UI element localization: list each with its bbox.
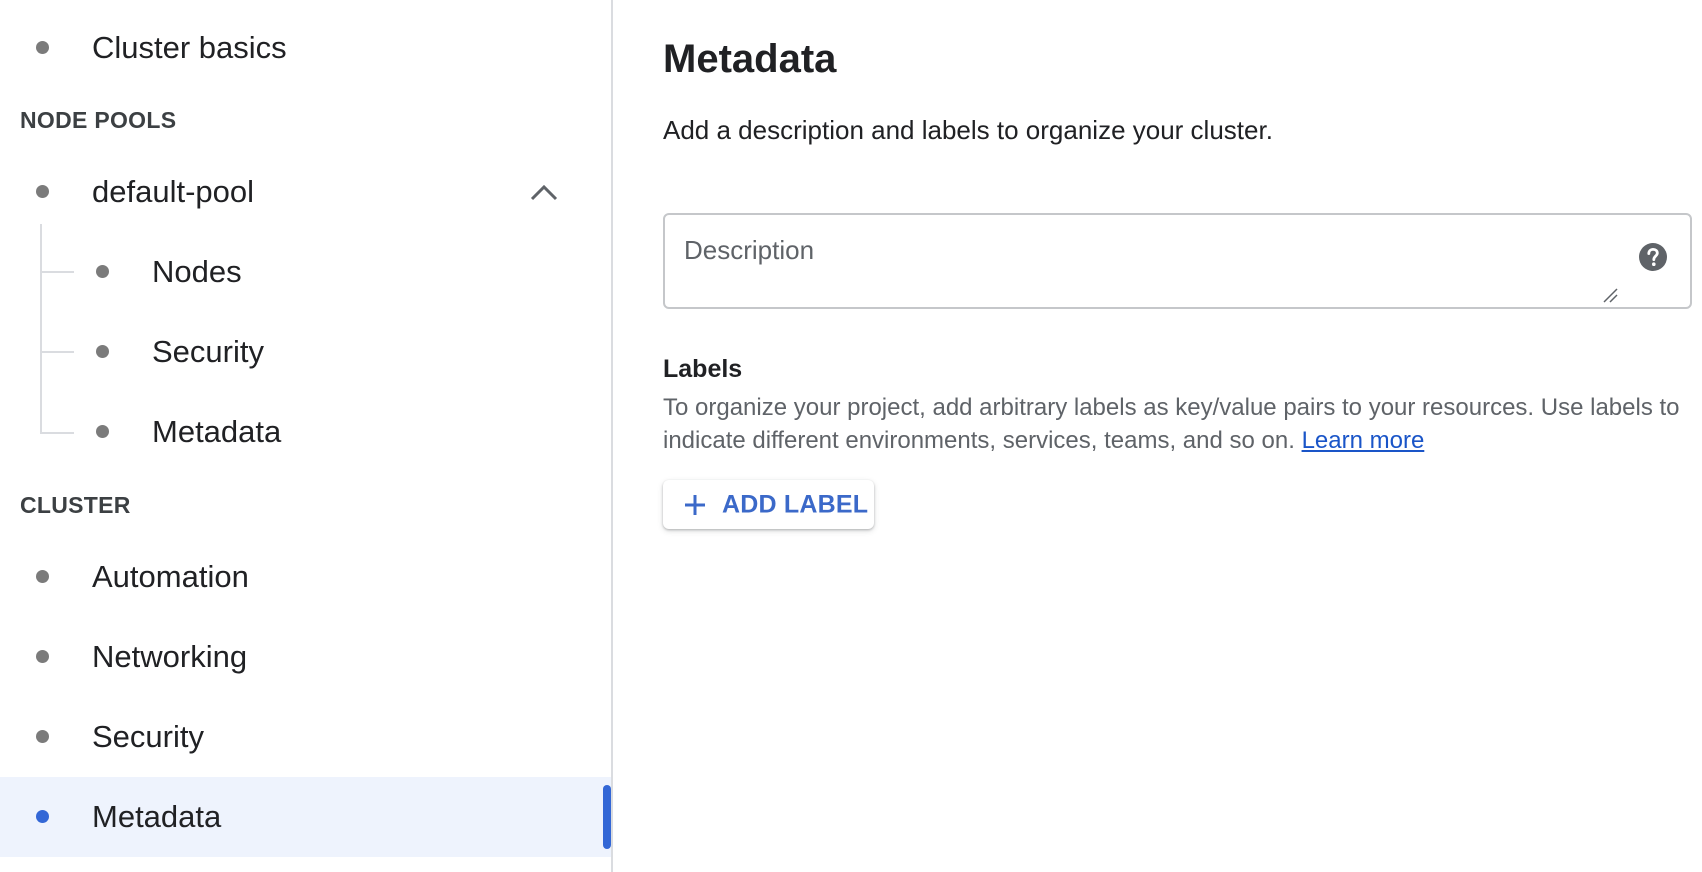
- status-dot-icon: [36, 570, 49, 583]
- description-field[interactable]: Description: [663, 213, 1692, 309]
- sidebar-item-pool-metadata[interactable]: Metadata: [0, 392, 611, 472]
- status-dot-icon: [36, 650, 49, 663]
- sidebar-item-cluster-security[interactable]: Security: [0, 697, 611, 777]
- status-dot-icon: [36, 185, 49, 198]
- status-dot-icon: [36, 810, 49, 823]
- sidebar-item-automation[interactable]: Automation: [0, 537, 611, 617]
- active-indicator: [603, 785, 611, 849]
- sidebar-item-cluster-metadata[interactable]: Metadata: [0, 777, 611, 857]
- sidebar-item-label: Automation: [92, 559, 249, 594]
- add-label-button[interactable]: ADD LABEL: [663, 480, 874, 529]
- sidebar-item-default-pool[interactable]: default-pool: [0, 152, 611, 232]
- labels-description: To organize your project, add arbitrary …: [663, 391, 1692, 457]
- status-dot-icon: [96, 265, 109, 278]
- page-title: Metadata: [663, 37, 837, 81]
- page-subtitle: Add a description and labels to organize…: [663, 115, 1273, 145]
- status-dot-icon: [36, 730, 49, 743]
- sidebar-item-label: Security: [152, 334, 264, 369]
- status-dot-icon: [96, 425, 109, 438]
- sidebar-item-label: Security: [92, 719, 204, 754]
- sidebar-item-pool-security[interactable]: Security: [0, 312, 611, 392]
- description-placeholder: Description: [684, 235, 815, 265]
- section-header-node-pools: NODE POOLS: [20, 107, 177, 133]
- sidebar-item-label: Nodes: [152, 254, 242, 289]
- sidebar-item-cluster-basics[interactable]: Cluster basics: [0, 8, 611, 88]
- add-label-button-label: ADD LABEL: [722, 490, 869, 518]
- sidebar-item-label: default-pool: [92, 174, 255, 209]
- sidebar-item-label: Metadata: [92, 799, 222, 834]
- labels-heading: Labels: [663, 355, 743, 383]
- plus-icon: [685, 495, 705, 515]
- help-icon[interactable]: [1638, 242, 1668, 272]
- learn-more-link[interactable]: Learn more: [1302, 427, 1425, 454]
- labels-description-text: To organize your project, add arbitrary …: [663, 394, 1680, 454]
- status-dot-icon: [96, 345, 109, 358]
- sidebar-item-label: Cluster basics: [92, 30, 287, 65]
- chevron-up-icon[interactable]: [529, 178, 559, 206]
- sidebar-item-networking[interactable]: Networking: [0, 617, 611, 697]
- status-dot-icon: [36, 41, 49, 54]
- resize-handle-icon[interactable]: [1602, 287, 1618, 303]
- section-header-cluster: CLUSTER: [20, 492, 131, 518]
- sidebar-item-nodes[interactable]: Nodes: [0, 232, 611, 312]
- sidebar-nav: Cluster basics NODE POOLS default-pool N…: [0, 0, 613, 872]
- sidebar-item-label: Networking: [92, 639, 248, 674]
- sidebar-item-label: Metadata: [152, 414, 282, 449]
